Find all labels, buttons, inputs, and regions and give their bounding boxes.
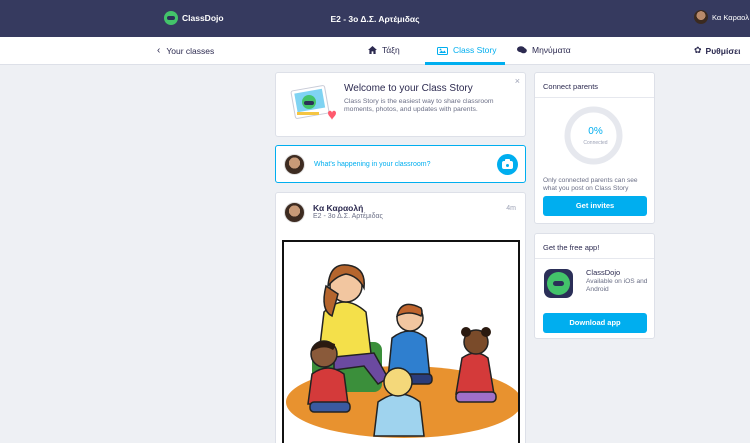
tab-messages-label: Μηνύματα — [532, 45, 571, 55]
welcome-card: Welcome to your Class Story Class Story … — [275, 72, 526, 137]
free-app-title: Get the free app! — [543, 243, 600, 252]
classdojo-app-icon — [544, 269, 573, 298]
download-app-button[interactable]: Download app — [543, 313, 647, 333]
settings-link[interactable]: ✿ Ρυθμίσει — [694, 45, 741, 56]
post-composer[interactable]: What's happening in your classroom? — [275, 145, 526, 183]
top-bar: ClassDojo E2 - 3ο Δ.Σ. Αρτέμιδας Κα Καρα… — [0, 0, 750, 37]
chevron-left-icon: ‹ — [157, 45, 161, 56]
connected-percent: 0% — [588, 126, 603, 137]
your-classes-label: Your classes — [166, 46, 215, 56]
post-image[interactable] — [282, 240, 520, 443]
post-author-avatar — [284, 202, 305, 223]
app-name: ClassDojo — [586, 268, 621, 277]
connect-note: Only connected parents can see what you … — [543, 177, 638, 192]
welcome-description: Class Story is the easiest way to share … — [344, 98, 494, 113]
tab-messages[interactable]: Μηνύματα — [517, 45, 571, 55]
app-description: Available on iOS and Android — [586, 278, 648, 293]
tab-class-story[interactable]: Class Story — [437, 45, 496, 55]
your-classes-link[interactable]: ‹ Your classes — [157, 45, 215, 57]
close-icon[interactable]: × — [515, 76, 520, 86]
camera-button[interactable] — [497, 154, 518, 175]
divider — [535, 258, 654, 259]
tab-class-label: Τάξη — [382, 45, 400, 55]
post-class-name: E2 - 3ο Δ.Σ. Αρτέμιδας — [313, 213, 383, 220]
post-author[interactable]: Κα Καραολή — [313, 203, 363, 213]
story-icon — [437, 46, 448, 55]
connected-label: Connected — [583, 140, 608, 146]
tab-class-story-label: Class Story — [453, 45, 497, 55]
chat-icon — [517, 46, 527, 54]
app-icon-face — [547, 272, 570, 295]
tab-class[interactable]: Τάξη — [368, 45, 400, 55]
settings-label: Ρυθμίσει — [705, 45, 741, 56]
gear-icon: ✿ — [694, 45, 702, 55]
user-name: Κα Καραολ — [712, 12, 749, 22]
story-illustration — [290, 85, 336, 120]
free-app-card: Get the free app! ClassDojo Available on… — [534, 233, 655, 339]
composer-avatar — [284, 154, 305, 175]
user-avatar — [694, 10, 708, 24]
app-icon-mouth — [553, 281, 564, 286]
class-title[interactable]: E2 - 3ο Δ.Σ. Αρτέμιδας — [0, 14, 750, 24]
home-icon — [368, 46, 377, 54]
nav-bar: ‹ Your classes Τάξη Class Story Μηνύματα… — [0, 37, 750, 65]
composer-input[interactable]: What's happening in your classroom? — [314, 161, 431, 168]
welcome-title: Welcome to your Class Story — [344, 83, 473, 94]
connect-parents-card: Connect parents 0% Connected Only connec… — [534, 72, 655, 224]
connect-parents-title: Connect parents — [543, 82, 599, 91]
user-menu[interactable]: Κα Καραολ — [694, 10, 749, 24]
active-tab-indicator — [425, 62, 505, 65]
post-timestamp: 4m — [506, 205, 516, 212]
camera-icon-lens — [505, 162, 510, 168]
story-post: Κα Καραολή E2 - 3ο Δ.Σ. Αρτέμιδας 4m — [275, 192, 526, 443]
get-invites-button[interactable]: Get invites — [543, 196, 647, 216]
classroom-illustration — [286, 264, 518, 438]
divider — [535, 97, 654, 98]
